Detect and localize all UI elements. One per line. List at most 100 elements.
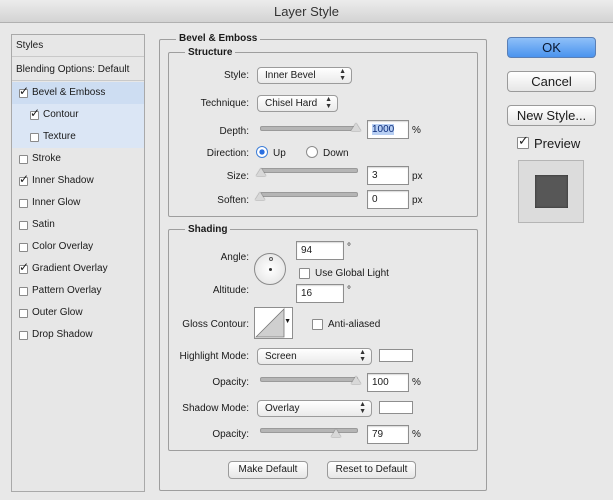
sidebar-item-label: Texture [43, 131, 76, 142]
depth-slider-thumb[interactable] [351, 123, 361, 131]
preview-checkbox[interactable]: ✓ [517, 134, 529, 149]
direction-up-label: Up [273, 148, 286, 159]
shadow-mode-select[interactable]: Overlay ▲ ▼ [257, 400, 372, 417]
highlight-opacity-input[interactable]: 100 [367, 373, 409, 392]
ok-button[interactable]: OK [507, 37, 596, 58]
drop-shadow-checkbox[interactable] [19, 331, 28, 340]
gloss-contour-picker[interactable]: ▼ [254, 307, 293, 339]
anti-aliased-checkbox[interactable] [312, 319, 323, 330]
technique-select-value: Chisel Hard [265, 98, 318, 109]
altitude-label: Altitude: [212, 285, 249, 296]
sidebar-item-color-overlay[interactable]: Color Overlay [12, 236, 144, 258]
highlight-mode-label: Highlight Mode: [179, 351, 249, 362]
sidebar-item-bevel-emboss[interactable]: ✓ Bevel & Emboss [12, 82, 144, 104]
sidebar-item-label: Blending Options: Default [16, 64, 130, 75]
sidebar-item-label: Inner Glow [32, 197, 81, 208]
highlight-color-swatch[interactable] [379, 349, 413, 362]
angle-value: 94 [301, 245, 313, 256]
bevel-emboss-checkbox[interactable]: ✓ [19, 85, 29, 98]
checkmark-icon: ✓ [30, 106, 41, 120]
highlight-mode-select[interactable]: Screen ▲ ▼ [257, 348, 372, 365]
outer-glow-checkbox[interactable] [19, 309, 28, 318]
dial-center-icon [269, 268, 272, 271]
angle-degree-unit: ° [347, 242, 351, 253]
soften-slider-track[interactable] [260, 192, 358, 197]
stroke-checkbox[interactable] [19, 155, 28, 164]
sidebar-item-stroke[interactable]: Stroke [12, 148, 144, 170]
depth-slider-track[interactable] [260, 126, 358, 131]
shadow-opacity-slider-thumb[interactable] [330, 429, 341, 437]
shadow-opacity-slider-track[interactable] [260, 428, 358, 433]
contour-curve-icon [255, 308, 285, 338]
cancel-label: Cancel [531, 74, 572, 89]
depth-label: Depth: [219, 126, 249, 137]
highlight-opacity-slider-track[interactable] [260, 377, 358, 382]
sidebar-item-gradient-overlay[interactable]: ✓ Gradient Overlay [12, 258, 144, 280]
texture-checkbox[interactable] [30, 133, 39, 142]
technique-select[interactable]: Chisel Hard ▲ ▼ [257, 95, 338, 112]
sidebar-item-contour[interactable]: ✓ Contour [12, 104, 144, 126]
sidebar-item-satin[interactable]: Satin [12, 214, 144, 236]
sidebar-item-texture[interactable]: Texture [12, 126, 144, 148]
checkmark-icon: ✓ [19, 84, 30, 98]
style-select-value: Inner Bevel [265, 70, 316, 81]
sidebar-item-outer-glow[interactable]: Outer Glow [12, 302, 144, 324]
make-default-label: Make Default [238, 464, 298, 475]
inner-glow-checkbox[interactable] [19, 199, 28, 208]
sidebar-item-inner-shadow[interactable]: ✓ Inner Shadow [12, 170, 144, 192]
gradient-overlay-checkbox[interactable]: ✓ [19, 261, 29, 274]
shadow-mode-value: Overlay [265, 403, 300, 414]
sidebar-item-blending-options[interactable]: Blending Options: Default [12, 59, 144, 81]
altitude-input[interactable]: 16 [296, 284, 344, 303]
sidebar-item-inner-glow[interactable]: Inner Glow [12, 192, 144, 214]
angle-dial[interactable] [254, 253, 286, 285]
reset-to-default-button[interactable]: Reset to Default [327, 461, 416, 479]
sidebar-item-pattern-overlay[interactable]: Pattern Overlay [12, 280, 144, 302]
sidebar-item-label: Satin [32, 219, 55, 230]
pattern-overlay-checkbox[interactable] [19, 287, 28, 296]
inner-shadow-checkbox[interactable]: ✓ [19, 173, 29, 186]
cancel-button[interactable]: Cancel [507, 71, 596, 92]
sidebar-item-label: Drop Shadow [32, 329, 93, 340]
sidebar-item-drop-shadow[interactable]: Drop Shadow [12, 324, 144, 346]
direction-down-label: Down [323, 148, 349, 159]
shadow-mode-label: Shadow Mode: [182, 403, 249, 414]
updown-arrows-icon: ▲ ▼ [339, 68, 346, 82]
sidebar-item-label: Color Overlay [32, 241, 94, 252]
style-select[interactable]: Inner Bevel ▲ ▼ [257, 67, 352, 84]
new-style-button[interactable]: New Style... [507, 105, 596, 126]
size-slider-track[interactable] [260, 168, 358, 173]
sidebar-item-styles[interactable]: Styles [12, 35, 144, 57]
highlight-opacity-slider-thumb[interactable] [351, 376, 361, 384]
dropdown-arrow-icon: ▼ [284, 318, 291, 325]
preview-label: Preview [534, 136, 581, 151]
satin-checkbox[interactable] [19, 221, 28, 230]
checkmark-icon: ✓ [19, 172, 30, 186]
updown-arrows-icon: ▲ ▼ [325, 96, 332, 110]
soften-slider-thumb[interactable] [255, 192, 265, 200]
direction-down-radio[interactable] [306, 146, 318, 158]
structure-title: Structure [185, 47, 236, 58]
contour-checkbox[interactable]: ✓ [30, 107, 40, 120]
make-default-button[interactable]: Make Default [228, 461, 308, 479]
direction-up-radio[interactable] [256, 146, 268, 158]
sidebar-item-label: Bevel & Emboss [32, 87, 106, 98]
altitude-degree-unit: ° [347, 285, 351, 296]
gloss-contour-label: Gloss Contour: [182, 319, 249, 330]
shadow-color-swatch[interactable] [379, 401, 413, 414]
color-overlay-checkbox[interactable] [19, 243, 28, 252]
soften-label: Soften: [217, 195, 249, 206]
size-slider-thumb[interactable] [255, 168, 266, 176]
preview-swatch [535, 175, 568, 208]
angle-input[interactable]: 94 [296, 241, 344, 260]
sidebar-item-label: Contour [43, 109, 79, 120]
highlight-opacity-label: Opacity: [212, 377, 249, 388]
soften-input[interactable]: 0 [367, 190, 409, 209]
shadow-opacity-input[interactable]: 79 [367, 425, 409, 444]
depth-input[interactable]: 1000 [367, 120, 409, 139]
direction-label: Direction: [206, 148, 249, 159]
sidebar-item-label: Inner Shadow [32, 175, 94, 186]
use-global-light-label: Use Global Light [315, 268, 389, 279]
size-input[interactable]: 3 [367, 166, 409, 185]
use-global-light-checkbox[interactable] [299, 268, 310, 279]
